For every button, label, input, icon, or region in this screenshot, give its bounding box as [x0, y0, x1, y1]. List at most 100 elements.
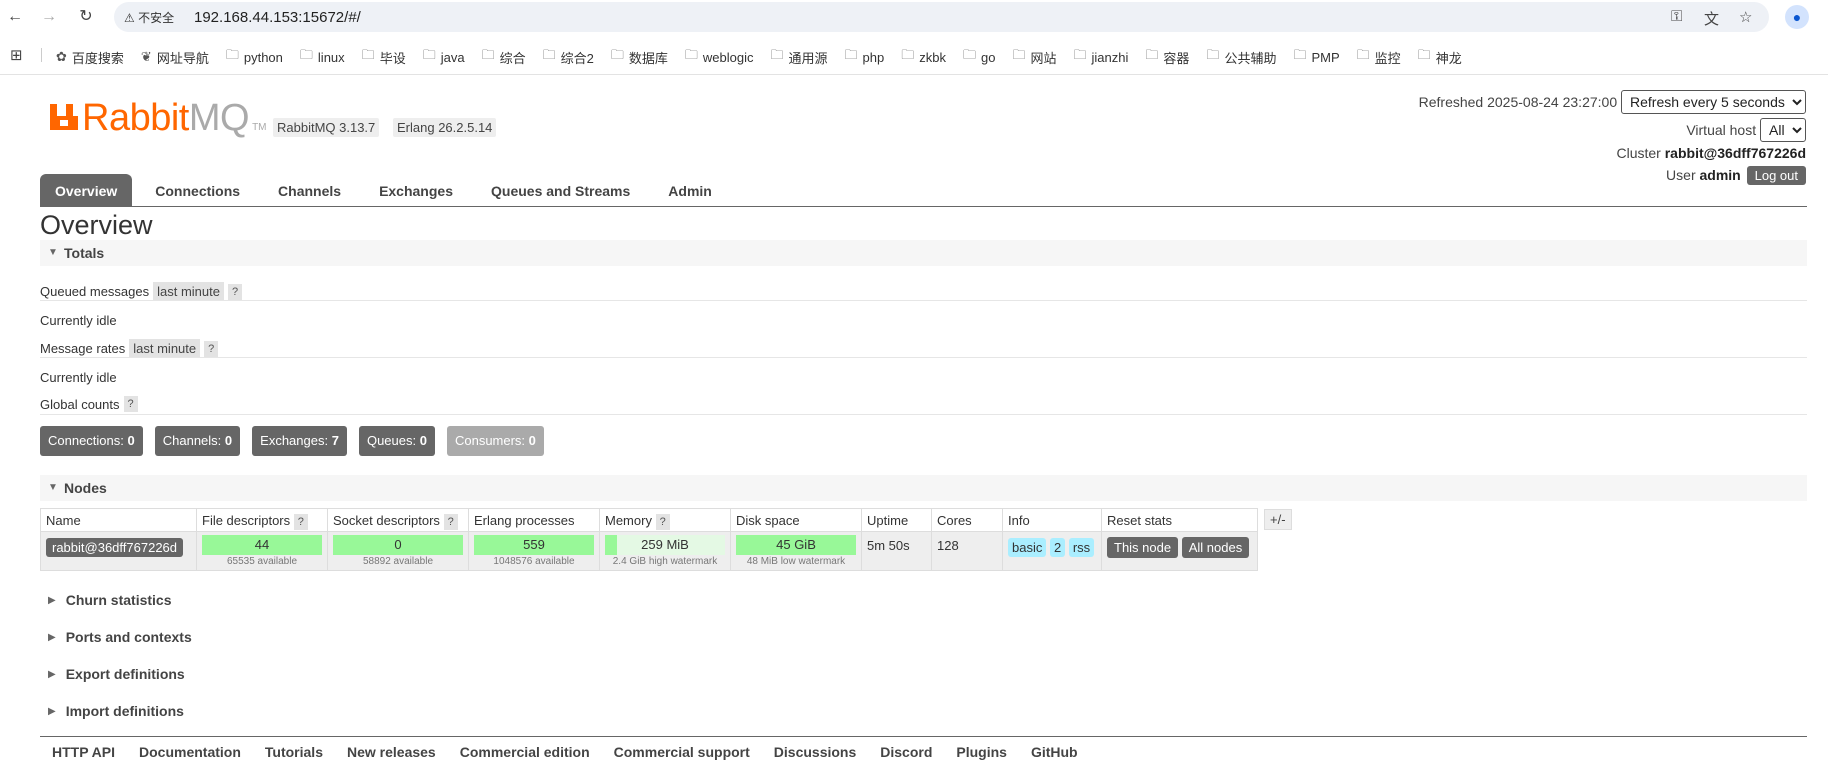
queued-help-button[interactable]: ?	[228, 283, 243, 300]
fd-help-button[interactable]: ?	[293, 513, 308, 530]
bookmark-item[interactable]: 🗀 zkbk	[901, 46, 946, 68]
bookmarks-bar: ⊞ ✿ 百度搜索 ❦ 网址导航 🗀 python 🗀 linux 🗀 毕设 🗀 java 🗀 综合 🗀 综合2…	[0, 40, 1828, 70]
tab-queues-and-streams[interactable]: Queues and Streams	[476, 174, 645, 206]
import-definitions-section[interactable]: ▶ Import definitions	[40, 703, 184, 719]
footer-link[interactable]: Commercial support	[614, 744, 750, 760]
rabbitmq-logo[interactable]: RabbitMQ TM	[50, 98, 267, 138]
divider	[40, 357, 1807, 358]
cluster-name: rabbit@36dff767226d	[1664, 145, 1806, 161]
connections-count-button[interactable]: Connections: 0	[40, 426, 143, 456]
footer-link[interactable]: Discussions	[774, 744, 856, 760]
bookmark-item[interactable]: 🗀 PMP	[1293, 46, 1339, 68]
bookmark-label: jianzhi	[1091, 49, 1129, 65]
churn-statistics-section[interactable]: ▶ Churn statistics	[40, 592, 172, 608]
url-text[interactable]: 192.168.44.153:15672/#/	[194, 9, 361, 26]
footer-link[interactable]: Tutorials	[265, 744, 323, 760]
footer-link[interactable]: Documentation	[139, 744, 241, 760]
translate-icon[interactable]: 文	[1704, 8, 1719, 29]
security-warning[interactable]: ⚠ 不安全	[124, 9, 174, 26]
ports-and-contexts-section[interactable]: ▶ Ports and contexts	[40, 629, 192, 645]
totals-section-header[interactable]: ▼ Totals	[40, 240, 1807, 266]
folder-icon: 🗀	[1293, 47, 1307, 62]
bookmark-item[interactable]: 🗀 linux	[300, 46, 345, 68]
bookmark-item[interactable]: 🗀 python	[226, 46, 283, 68]
footer-link[interactable]: HTTP API	[52, 744, 115, 760]
reset-this-node-button[interactable]: This node	[1107, 537, 1179, 558]
folder-icon: 🗀	[422, 47, 436, 62]
nodes-section-header[interactable]: ▼ Nodes	[40, 475, 1807, 501]
footer-link[interactable]: Plugins	[956, 744, 1007, 760]
sd-help-button[interactable]: ?	[443, 513, 458, 530]
column-toggle-button[interactable]: +/-	[1264, 509, 1292, 530]
col-file-descriptors: File descriptors ?	[196, 508, 328, 532]
bookmark-item[interactable]: 🗀 神龙	[1418, 46, 1462, 68]
footer-link[interactable]: Commercial edition	[460, 744, 590, 760]
bookmark-item[interactable]: 🗀 公共辅助	[1206, 46, 1276, 68]
bookmark-label: weblogic	[702, 49, 754, 65]
reset-all-nodes-button[interactable]: All nodes	[1181, 537, 1250, 558]
bookmark-item[interactable]: 🗀 容器	[1145, 46, 1189, 68]
bookmark-item[interactable]: ❦ 网址导航	[141, 46, 209, 68]
global-counts-row: Global counts ?	[40, 396, 138, 412]
apps-grid-icon[interactable]: ⊞	[10, 46, 23, 64]
node-name-link[interactable]: rabbit@36dff767226d	[46, 538, 184, 557]
profile-avatar-icon[interactable]: ●	[1785, 5, 1809, 29]
folder-icon: 🗀	[901, 47, 915, 62]
queued-period-selector[interactable]: last minute	[153, 282, 224, 301]
key-icon[interactable]: ⚿	[1671, 8, 1682, 25]
bookmark-item[interactable]: 🗀 网站	[1012, 46, 1056, 68]
queues-count-button[interactable]: Queues: 0	[358, 426, 435, 456]
global-counts-help-button[interactable]: ?	[123, 396, 138, 412]
tab-connections[interactable]: Connections	[140, 174, 255, 206]
folder-icon: 🗀	[1206, 47, 1220, 62]
bookmark-item[interactable]: 🗀 通用源	[771, 46, 828, 68]
reload-icon[interactable]: ↻	[77, 8, 95, 26]
bookmark-item[interactable]: 🗀 数据库	[611, 46, 668, 68]
divider	[40, 300, 1807, 301]
memory-bar: 259 MiB	[605, 535, 725, 555]
memory-help-button[interactable]: ?	[655, 513, 670, 530]
collapsed-triangle-icon: ▶	[48, 705, 56, 717]
folder-icon: 🗀	[684, 47, 698, 62]
cluster-label: Cluster	[1616, 145, 1661, 161]
channels-count-button[interactable]: Channels: 0	[154, 426, 241, 456]
main-tabs: Overview Connections Channels Exchanges …	[40, 174, 735, 206]
bookmarks-separator	[41, 48, 42, 62]
bookmark-item[interactable]: ✿ 百度搜索	[56, 46, 124, 68]
bookmark-item[interactable]: 🗀 weblogic	[685, 46, 754, 68]
table-row: rabbit@36dff767226d 44 65535 available 0…	[40, 531, 1258, 571]
bookmark-item[interactable]: 🗀 毕设	[362, 46, 406, 68]
bookmark-label: 容器	[1163, 50, 1190, 66]
rates-period-selector[interactable]: last minute	[129, 339, 201, 358]
tab-overview[interactable]: Overview	[40, 174, 133, 206]
back-arrow-icon[interactable]: ←	[6, 8, 24, 26]
bookmark-label: 网站	[1030, 50, 1057, 66]
queued-messages-label: Queued messages	[40, 284, 150, 299]
tab-admin[interactable]: Admin	[653, 174, 727, 206]
footer-link[interactable]: GitHub	[1031, 744, 1078, 760]
bookmark-item[interactable]: 🗀 jianzhi	[1074, 46, 1129, 68]
exchanges-count-button[interactable]: Exchanges: 7	[252, 426, 347, 456]
tab-channels[interactable]: Channels	[263, 174, 356, 206]
footer-link[interactable]: Discord	[880, 744, 932, 760]
bookmark-label: linux	[317, 49, 345, 65]
bookmark-item[interactable]: 🗀 综合	[482, 46, 526, 68]
bookmark-item[interactable]: 🗀 监控	[1357, 46, 1401, 68]
bookmark-item[interactable]: 🗀 go	[963, 46, 995, 68]
consumers-count-button[interactable]: Consumers: 0	[446, 426, 544, 456]
vhost-select[interactable]: All	[1760, 118, 1806, 142]
chrome-divider	[0, 74, 1828, 75]
export-definitions-section[interactable]: ▶ Export definitions	[40, 666, 185, 682]
refresh-interval-select[interactable]: Refresh every 5 seconds	[1621, 90, 1806, 114]
bookmark-item[interactable]: 🗀 php	[845, 46, 885, 68]
rates-help-button[interactable]: ?	[204, 340, 219, 357]
memory-bar-fill	[605, 535, 617, 555]
forward-arrow-icon[interactable]: →	[40, 8, 58, 26]
bookmark-item[interactable]: 🗀 综合2	[543, 46, 594, 68]
star-icon[interactable]: ☆	[1739, 8, 1752, 26]
bookmark-item[interactable]: 🗀 java	[423, 46, 465, 68]
footer-link[interactable]: New releases	[347, 744, 436, 760]
tab-exchanges[interactable]: Exchanges	[364, 174, 468, 206]
logout-button[interactable]: Log out	[1746, 166, 1806, 185]
address-bar[interactable]: ⚠ 不安全 192.168.44.153:15672/#/ ⚿ 文 ☆	[114, 2, 1769, 32]
